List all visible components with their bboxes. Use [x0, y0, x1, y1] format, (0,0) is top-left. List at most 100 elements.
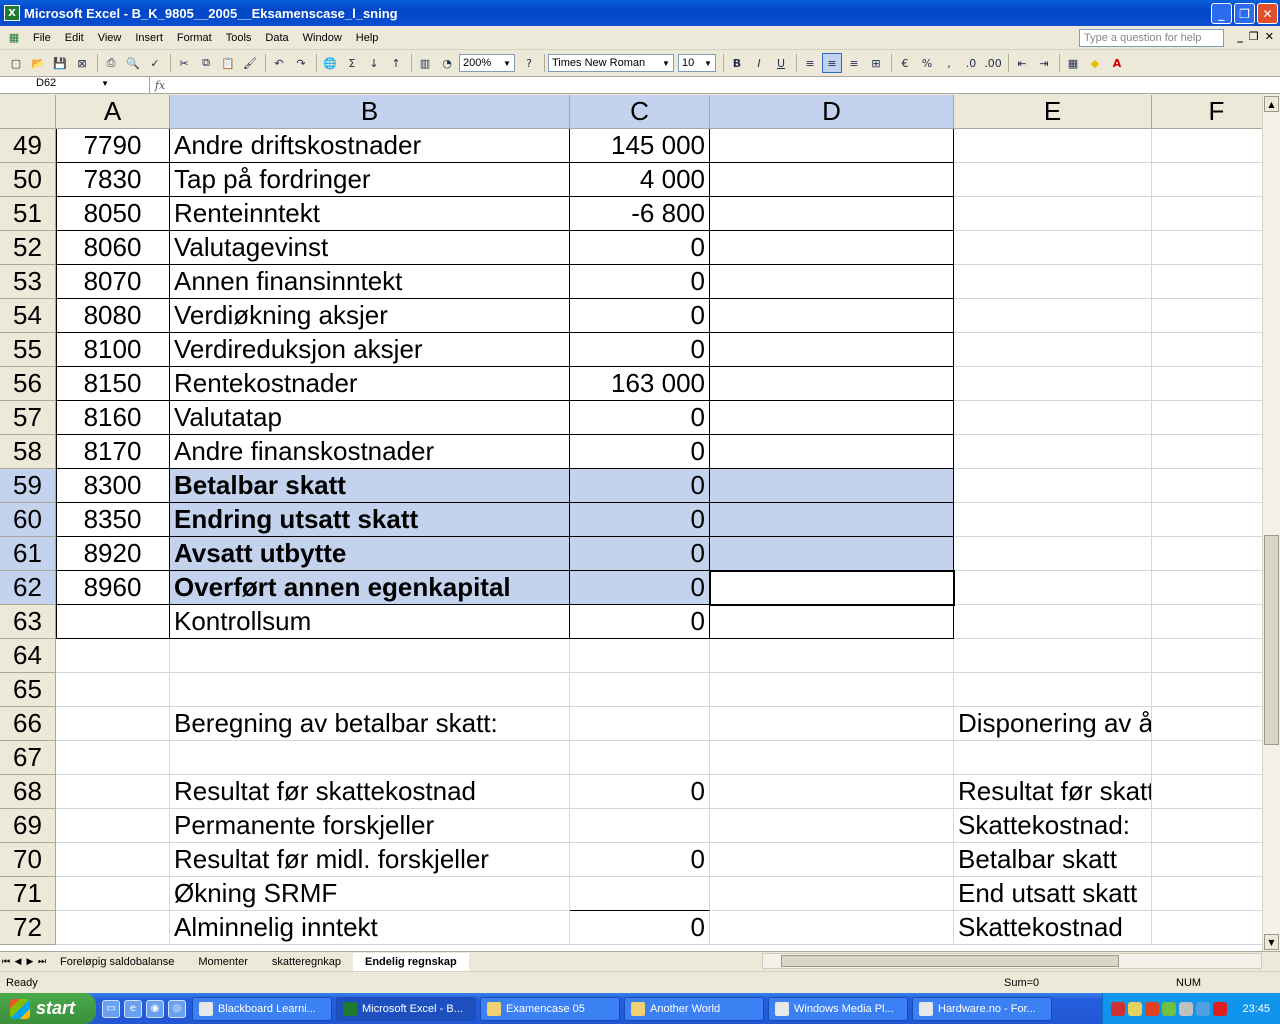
- task-examencase[interactable]: Examencase 05: [480, 996, 620, 1021]
- cell-f66[interactable]: [1152, 707, 1262, 741]
- cell-b52[interactable]: Valutagevinst: [170, 231, 570, 265]
- cell-a68[interactable]: [56, 775, 170, 809]
- cell-a65[interactable]: [56, 673, 170, 707]
- open-icon[interactable]: 📂: [28, 53, 48, 73]
- cell-c51[interactable]: -6 800: [570, 197, 710, 231]
- doc-restore-button[interactable]: ❐: [1249, 30, 1259, 43]
- cell-b57[interactable]: Valutatap: [170, 401, 570, 435]
- cell-c52[interactable]: 0: [570, 231, 710, 265]
- menu-file[interactable]: File: [26, 32, 58, 44]
- font-color-icon[interactable]: A: [1107, 53, 1127, 73]
- column-header-b[interactable]: B: [170, 95, 570, 129]
- cell-d54[interactable]: [710, 299, 954, 333]
- cell-d50[interactable]: [710, 163, 954, 197]
- cell-d64[interactable]: [710, 639, 954, 673]
- cell-c65[interactable]: [570, 673, 710, 707]
- row-header[interactable]: 66: [0, 707, 56, 741]
- cell-d68[interactable]: [710, 775, 954, 809]
- cell-b72[interactable]: Alminnelig inntekt: [170, 911, 570, 945]
- increase-indent-icon[interactable]: ⇥: [1034, 53, 1054, 73]
- cell-b54[interactable]: Verdiøkning aksjer: [170, 299, 570, 333]
- cell-e51[interactable]: [954, 197, 1152, 231]
- cell-f71[interactable]: [1152, 877, 1262, 911]
- cell-a72[interactable]: [56, 911, 170, 945]
- format-painter-icon[interactable]: 🖌: [240, 53, 260, 73]
- horizontal-scroll-thumb[interactable]: [781, 955, 1119, 967]
- cell-a52[interactable]: 8060: [56, 231, 170, 265]
- cell-d49[interactable]: [710, 129, 954, 163]
- row-header[interactable]: 59: [0, 469, 56, 503]
- alert-icon[interactable]: [1213, 1001, 1227, 1016]
- cell-a71[interactable]: [56, 877, 170, 911]
- zoom-select[interactable]: 200% ▼: [459, 54, 515, 72]
- cell-d63[interactable]: [710, 605, 954, 639]
- vertical-scroll-thumb[interactable]: [1264, 535, 1279, 745]
- row-header[interactable]: 50: [0, 163, 56, 197]
- name-box[interactable]: D62 ▼: [0, 77, 150, 93]
- start-button[interactable]: start: [0, 993, 96, 1024]
- row-header[interactable]: 61: [0, 537, 56, 571]
- cell-f50[interactable]: [1152, 163, 1262, 197]
- workbook-icon[interactable]: ▦: [4, 28, 24, 48]
- cell-d52[interactable]: [710, 231, 954, 265]
- cell-c68[interactable]: 0: [570, 775, 710, 809]
- last-sheet-icon[interactable]: ⏭: [36, 957, 48, 967]
- scroll-down-icon[interactable]: ▼: [1264, 934, 1279, 950]
- cell-e50[interactable]: [954, 163, 1152, 197]
- percent-icon[interactable]: %: [917, 53, 937, 73]
- insert-function-icon[interactable]: fx: [150, 79, 170, 92]
- cell-f62[interactable]: [1152, 571, 1262, 605]
- menu-window[interactable]: Window: [296, 32, 349, 44]
- close-button[interactable]: ✕: [1257, 3, 1278, 24]
- cell-c59[interactable]: 0: [570, 469, 710, 503]
- cell-f61[interactable]: [1152, 537, 1262, 571]
- cell-c63[interactable]: 0: [570, 605, 710, 639]
- undo-icon[interactable]: ↶: [269, 53, 289, 73]
- menu-insert[interactable]: Insert: [128, 32, 170, 44]
- sheet-tab-forelopig[interactable]: Foreløpig saldobalanse: [48, 953, 186, 971]
- cell-b61[interactable]: Avsatt utbytte: [170, 537, 570, 571]
- cell-a57[interactable]: 8160: [56, 401, 170, 435]
- next-sheet-icon[interactable]: ▶: [24, 957, 36, 967]
- cell-c56[interactable]: 163 000: [570, 367, 710, 401]
- row-header[interactable]: 70: [0, 843, 56, 877]
- prev-sheet-icon[interactable]: ◀: [12, 957, 24, 967]
- cell-d66[interactable]: [710, 707, 954, 741]
- cell-b67[interactable]: [170, 741, 570, 775]
- cell-e66[interactable]: Disponering av årsoversk: [954, 707, 1152, 741]
- cell-d61[interactable]: [710, 537, 954, 571]
- font-size-select[interactable]: 10 ▼: [678, 54, 716, 72]
- column-header-a[interactable]: A: [56, 95, 170, 129]
- cell-f59[interactable]: [1152, 469, 1262, 503]
- cell-d59[interactable]: [710, 469, 954, 503]
- cell-a58[interactable]: 8170: [56, 435, 170, 469]
- task-hardware[interactable]: Hardware.no - For...: [912, 996, 1052, 1021]
- cell-a64[interactable]: [56, 639, 170, 673]
- cell-e70[interactable]: Betalbar skatt: [954, 843, 1152, 877]
- cell-b55[interactable]: Verdireduksjon aksjer: [170, 333, 570, 367]
- cell-d60[interactable]: [710, 503, 954, 537]
- cell-c70[interactable]: 0: [570, 843, 710, 877]
- cell-b60[interactable]: Endring utsatt skatt: [170, 503, 570, 537]
- cell-d71[interactable]: [710, 877, 954, 911]
- cell-e58[interactable]: [954, 435, 1152, 469]
- cell-d53[interactable]: [710, 265, 954, 299]
- align-center-icon[interactable]: ≡: [822, 53, 842, 73]
- cell-b69[interactable]: Permanente forskjeller: [170, 809, 570, 843]
- cell-f52[interactable]: [1152, 231, 1262, 265]
- cell-b51[interactable]: Renteinntekt: [170, 197, 570, 231]
- cell-b49[interactable]: Andre driftskostnader: [170, 129, 570, 163]
- cell-b66[interactable]: Beregning av betalbar skatt:: [170, 707, 570, 741]
- cell-e71[interactable]: End utsatt skatt: [954, 877, 1152, 911]
- doc-close-button[interactable]: ✕: [1265, 30, 1274, 43]
- underline-icon[interactable]: U: [771, 53, 791, 73]
- italic-icon[interactable]: I: [749, 53, 769, 73]
- print-preview-icon[interactable]: 🔍: [123, 53, 143, 73]
- row-header[interactable]: 68: [0, 775, 56, 809]
- cell-b64[interactable]: [170, 639, 570, 673]
- network-icon[interactable]: [1128, 1001, 1142, 1016]
- menu-edit[interactable]: Edit: [58, 32, 91, 44]
- sheet-tab-momenter[interactable]: Momenter: [186, 953, 260, 971]
- cell-d51[interactable]: [710, 197, 954, 231]
- cell-f70[interactable]: [1152, 843, 1262, 877]
